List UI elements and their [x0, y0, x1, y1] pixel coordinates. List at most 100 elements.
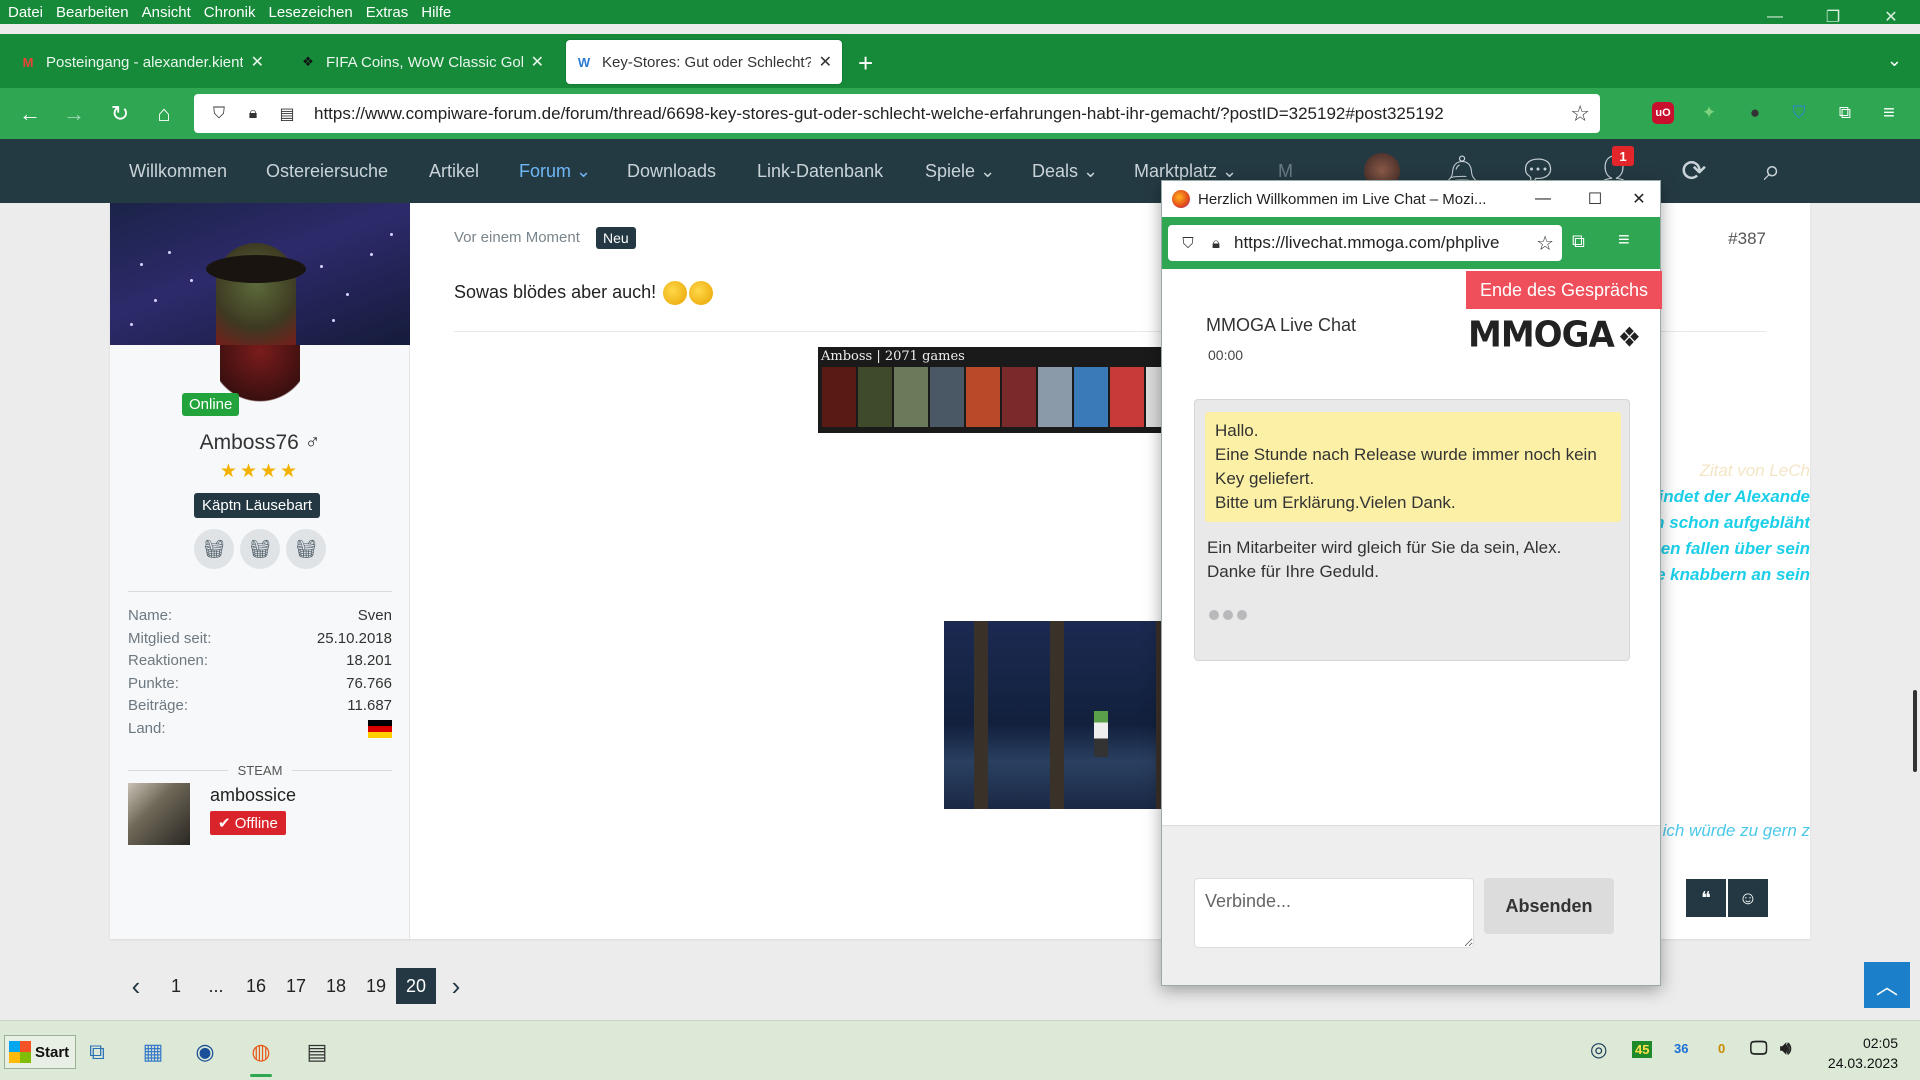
nav-downloads[interactable]: Downloads: [627, 161, 716, 182]
page-link[interactable]: 18: [316, 968, 356, 1004]
page-link[interactable]: 1: [156, 968, 196, 1004]
steam-tray-icon[interactable]: ◎: [1590, 1037, 1607, 1062]
extensions-icon[interactable]: ⧉: [1572, 231, 1585, 252]
tab-compiware[interactable]: W Key-Stores: Gut oder Schlecht? W ✕: [566, 40, 842, 84]
nav-ostereiersuche[interactable]: Ostereiersuche: [266, 161, 388, 182]
chat-transcript: Hallo. Eine Stunde nach Release wurde im…: [1194, 399, 1630, 661]
bitwarden-icon[interactable]: ⛉: [1786, 100, 1812, 126]
tray-counter-a[interactable]: 36: [1674, 1041, 1688, 1056]
chevron-right-icon[interactable]: ›: [436, 968, 476, 1004]
page-current[interactable]: 20: [396, 968, 436, 1004]
menu-lesezeichen[interactable]: Lesezeichen: [268, 4, 352, 21]
menu-hilfe[interactable]: Hilfe: [421, 4, 451, 21]
steam-username[interactable]: ambossice: [210, 785, 296, 806]
thunderbird-icon[interactable]: ◉: [188, 1035, 222, 1069]
page-ellipsis[interactable]: ...: [196, 968, 236, 1004]
game-screenshot[interactable]: [944, 621, 1198, 809]
page-link[interactable]: 16: [236, 968, 276, 1004]
menu-bearbeiten[interactable]: Bearbeiten: [56, 4, 129, 21]
reload-icon[interactable]: ↻: [104, 98, 136, 130]
system-clock[interactable]: 02:05 24.03.2023: [1828, 1033, 1898, 1073]
minimize-icon[interactable]: —: [1746, 0, 1804, 34]
close-icon[interactable]: ✕: [1624, 187, 1654, 211]
emoji-reaction-icon[interactable]: ☺: [1728, 879, 1768, 917]
volume-icon[interactable]: 🔊︎: [1780, 1038, 1791, 1059]
lock-icon[interactable]: 🔒︎: [1206, 235, 1226, 252]
calendar-app-icon[interactable]: ▤: [300, 1035, 334, 1069]
scrollbar-thumb[interactable]: [1913, 690, 1917, 772]
tray-counter-b[interactable]: 0: [1718, 1041, 1725, 1056]
address-url[interactable]: https://www.compiware-forum.de/forum/thr…: [314, 104, 1444, 124]
back-arrow-icon[interactable]: ←: [14, 98, 46, 130]
reader-icon[interactable]: ▤: [276, 103, 298, 125]
menu-chronik[interactable]: Chronik: [204, 4, 256, 21]
nav-marktplatz[interactable]: Marktplatz ⌄: [1134, 161, 1237, 182]
extensions-icon[interactable]: ⧉: [1832, 100, 1858, 126]
quote-icon[interactable]: ❝: [1686, 879, 1726, 917]
shield-icon[interactable]: ⛉: [208, 103, 230, 125]
tab-gmail[interactable]: M Posteingang - alexander.kientz ✕: [10, 40, 274, 84]
author-username[interactable]: Amboss76 ♂: [110, 431, 410, 455]
post-number[interactable]: #387: [1728, 229, 1766, 249]
close-tab-icon[interactable]: ✕: [531, 52, 544, 72]
restore-icon[interactable]: ❐: [1804, 0, 1862, 34]
refresh-icon[interactable]: ⟳: [1674, 151, 1714, 191]
nav-willkommen[interactable]: Willkommen: [129, 161, 227, 182]
address-bar[interactable]: ⛉ 🔒︎ ▤ https://www.compiware-forum.de/fo…: [194, 94, 1600, 133]
send-button[interactable]: Absenden: [1484, 878, 1614, 934]
file-explorer-icon[interactable]: ▦: [136, 1035, 170, 1069]
popup-url[interactable]: https://livechat.mmoga.com/phplive: [1234, 233, 1500, 253]
nav-link-datenbank[interactable]: Link-Datenbank: [757, 161, 883, 182]
nav-more[interactable]: M: [1278, 161, 1293, 182]
author-avatar[interactable]: [110, 203, 410, 345]
forward-arrow-icon[interactable]: →: [58, 98, 90, 130]
basket-trophy-icon[interactable]: 🧺︎: [194, 529, 234, 569]
hamburger-menu-icon[interactable]: ≡: [1618, 229, 1630, 252]
signature-banner[interactable]: Amboss | 2071 games: [818, 347, 1198, 433]
firefox-taskbar-icon[interactable]: ◍: [244, 1035, 278, 1077]
nav-spiele[interactable]: Spiele ⌄: [925, 161, 995, 182]
menu-datei[interactable]: Datei: [8, 4, 43, 21]
home-icon[interactable]: ⌂: [148, 98, 180, 130]
close-tab-icon[interactable]: ✕: [819, 52, 832, 72]
nav-deals-label: Deals: [1032, 161, 1079, 181]
end-chat-button[interactable]: Ende des Gesprächs: [1466, 271, 1662, 309]
lock-icon[interactable]: 🔒︎: [242, 103, 264, 125]
shield-icon[interactable]: ⛉: [1178, 235, 1198, 252]
network-icon[interactable]: 🖵︎: [1750, 1038, 1767, 1059]
start-button[interactable]: Start: [4, 1035, 76, 1069]
scroll-to-top-icon[interactable]: ︿: [1864, 962, 1910, 1008]
menu-ansicht[interactable]: Ansicht: [142, 4, 191, 21]
privacy-addon-icon[interactable]: ●: [1742, 100, 1768, 126]
popup-titlebar[interactable]: Herzlich Willkommen im Live Chat – Mozi.…: [1162, 181, 1660, 217]
monitor-tray-icon[interactable]: 45: [1632, 1041, 1653, 1058]
chevron-left-icon[interactable]: ‹: [116, 968, 156, 1004]
puzzle-addon-icon[interactable]: ✦: [1696, 100, 1722, 126]
steam-status-badge[interactable]: ✔︎ Offline: [210, 811, 286, 835]
nav-artikel[interactable]: Artikel: [429, 161, 479, 182]
nav-deals[interactable]: Deals ⌄: [1032, 161, 1098, 182]
post-timestamp[interactable]: Vor einem Moment: [454, 229, 580, 246]
page-link[interactable]: 17: [276, 968, 316, 1004]
close-tab-icon[interactable]: ✕: [251, 52, 264, 72]
page-link[interactable]: 19: [356, 968, 396, 1004]
popup-address-bar[interactable]: ⛉ 🔒︎ https://livechat.mmoga.com/phplive …: [1168, 225, 1562, 261]
maximize-icon[interactable]: ☐: [1580, 187, 1610, 211]
ublock-icon[interactable]: uO: [1652, 102, 1674, 124]
basket-trophy-icon[interactable]: 🧺︎: [286, 529, 326, 569]
show-desktop-icon[interactable]: ⧉: [80, 1035, 114, 1069]
new-tab-plus-icon[interactable]: +: [858, 48, 873, 79]
chat-message-input[interactable]: [1194, 878, 1474, 948]
basket-trophy-icon[interactable]: 🧺︎: [240, 529, 280, 569]
minimize-icon[interactable]: —: [1528, 187, 1558, 211]
steam-avatar[interactable]: [128, 783, 190, 845]
tab-mmoga[interactable]: ❖ FIFA Coins, WoW Classic Gold, C ✕: [290, 40, 554, 84]
search-icon[interactable]: ⌕: [1752, 151, 1792, 191]
menu-extras[interactable]: Extras: [366, 4, 409, 21]
close-icon[interactable]: ✕: [1862, 0, 1920, 34]
bookmark-star-icon[interactable]: ☆: [1536, 231, 1554, 256]
bookmark-star-icon[interactable]: ☆: [1570, 101, 1590, 127]
nav-forum[interactable]: Forum ⌄: [519, 161, 591, 182]
hamburger-menu-icon[interactable]: ≡: [1876, 100, 1902, 126]
chevron-down-icon[interactable]: ⌄: [1887, 50, 1902, 71]
